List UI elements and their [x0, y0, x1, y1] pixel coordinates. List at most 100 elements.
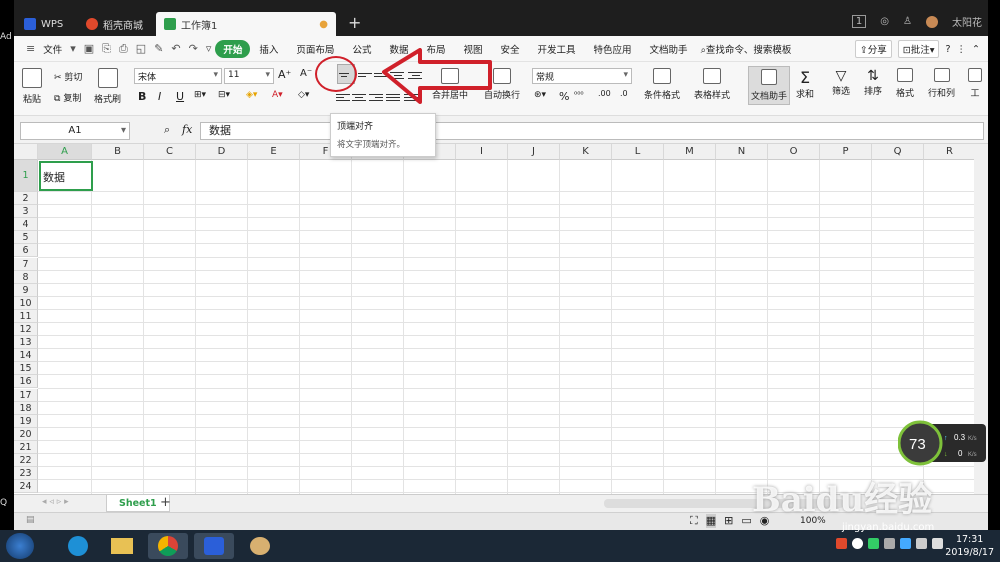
border-icon[interactable]: ⊞▾	[194, 90, 206, 100]
number-format-select[interactable]: 常规	[532, 68, 632, 84]
column-header[interactable]: C	[144, 144, 196, 160]
row-header[interactable]: 19	[14, 414, 38, 428]
taskbar-chrome-icon[interactable]	[148, 533, 188, 559]
row-header[interactable]: 16	[14, 375, 38, 389]
file-menu[interactable]: 文件	[39, 42, 66, 56]
clear-icon[interactable]: ◇▾	[298, 90, 309, 100]
row-header[interactable]: 3	[14, 205, 38, 219]
percent-button[interactable]: %	[559, 90, 569, 103]
table-style-button[interactable]: 表格样式	[694, 68, 730, 101]
more-icon[interactable]: ⋮	[957, 44, 967, 55]
font-color-icon[interactable]: A▾	[272, 90, 283, 100]
tool-icon[interactable]: ✎	[150, 42, 167, 55]
network-icon[interactable]	[916, 538, 927, 549]
new-tab-button[interactable]: +	[348, 13, 361, 32]
print-icon[interactable]: ⎙	[115, 42, 132, 56]
column-header[interactable]: M	[664, 144, 716, 160]
italic-button[interactable]: I	[158, 90, 161, 103]
tab-wps[interactable]: WPS	[16, 12, 78, 36]
export-icon[interactable]: ⎘	[98, 42, 115, 56]
currency-icon[interactable]: ⊛▾	[534, 90, 546, 100]
conditional-format-button[interactable]: 条件格式	[644, 68, 680, 101]
page-layout-icon[interactable]: ▭	[741, 514, 751, 528]
name-box[interactable]: A1	[20, 122, 130, 140]
row-header[interactable]: 14	[14, 349, 38, 363]
start-button[interactable]	[6, 533, 34, 559]
column-header[interactable]: J	[508, 144, 560, 160]
sheet-nav-icons[interactable]: ◂ ◃ ▹ ▸	[42, 497, 69, 507]
shirt-icon[interactable]: ♙	[903, 16, 912, 27]
row-header[interactable]: 22	[14, 454, 38, 468]
increase-font-icon[interactable]: A⁺	[278, 68, 291, 81]
column-header[interactable]: B	[92, 144, 144, 160]
row-header[interactable]: 6	[14, 244, 38, 258]
row-header[interactable]: 11	[14, 309, 38, 323]
avatar[interactable]	[926, 15, 938, 28]
chevron-down-icon[interactable]: ▾	[66, 42, 80, 55]
shield-icon[interactable]	[900, 538, 911, 549]
spreadsheet-grid[interactable]: ABCDEFGHIJKLMNOPQR1234567891011121314151…	[14, 144, 974, 494]
row-header[interactable]: 13	[14, 336, 38, 350]
taskbar-browser-icon[interactable]	[58, 533, 98, 559]
system-clock[interactable]: 17:31 2019/8/17	[945, 533, 994, 559]
tab-developer[interactable]: 开发工具	[529, 42, 585, 56]
taskbar-folder-icon[interactable]	[102, 533, 142, 559]
tab-features[interactable]: 特色应用	[585, 42, 641, 56]
column-header[interactable]: I	[456, 144, 508, 160]
tab-doc-helper[interactable]: 文档助手	[641, 42, 697, 56]
column-header[interactable]: N	[716, 144, 768, 160]
row-header[interactable]: 21	[14, 440, 38, 454]
row-header[interactable]: 1	[14, 160, 38, 192]
skin-icon[interactable]: ◎	[880, 16, 889, 27]
tab-security[interactable]: 安全	[492, 42, 529, 56]
column-header[interactable]: D	[196, 144, 248, 160]
help-tray-icon[interactable]	[852, 538, 863, 549]
save-icon[interactable]: ▣	[80, 42, 98, 55]
row-col-button[interactable]: 行和列	[928, 68, 955, 99]
row-header[interactable]: 23	[14, 467, 38, 481]
row-header[interactable]: 2	[14, 192, 38, 206]
row-header[interactable]: 18	[14, 401, 38, 415]
row-header[interactable]: 15	[14, 362, 38, 376]
worksheet-button[interactable]: 工	[968, 68, 982, 99]
input-method-icon[interactable]	[836, 538, 847, 549]
menu-icon[interactable]: ≡	[22, 42, 39, 55]
macro-icon[interactable]: ▤	[26, 515, 35, 525]
app-tray-icon[interactable]	[868, 538, 879, 549]
redo-icon[interactable]: ↷	[185, 42, 202, 55]
column-header[interactable]: E	[248, 144, 300, 160]
tab-workbook[interactable]: 工作簿1 ●	[156, 12, 336, 36]
normal-view-icon[interactable]: ▦	[705, 514, 717, 528]
column-header[interactable]: L	[612, 144, 664, 160]
row-header[interactable]: 5	[14, 231, 38, 245]
row-header[interactable]: 8	[14, 270, 38, 284]
format-button[interactable]: 格式	[896, 68, 914, 99]
fx-icon[interactable]: fx	[182, 123, 192, 136]
column-header[interactable]: P	[820, 144, 872, 160]
row-header[interactable]: 10	[14, 296, 38, 310]
share-button[interactable]: ⇪分享	[854, 40, 892, 58]
user-name[interactable]: 太阳花	[952, 14, 982, 29]
volume-icon[interactable]	[932, 538, 943, 549]
copy-button[interactable]: ⧉ 复制	[54, 91, 81, 104]
add-sheet-button[interactable]: +	[160, 495, 171, 510]
zoom-search-icon[interactable]: ⌕	[164, 123, 170, 137]
fill-color-icon[interactable]: ◈▾	[246, 90, 257, 100]
font-family-select[interactable]: 宋体	[134, 68, 222, 84]
comment-button[interactable]: ⊡批注▾	[897, 40, 940, 58]
help-button[interactable]: ?	[945, 44, 950, 55]
fill-style-icon[interactable]: ⊟▾	[218, 90, 230, 100]
decrease-font-icon[interactable]: A⁻	[300, 68, 312, 79]
command-search[interactable]: ⌕查找命令、搜索模板	[697, 42, 801, 56]
taskbar-wps-icon[interactable]	[194, 533, 234, 559]
row-header[interactable]: 17	[14, 388, 38, 402]
decrease-decimal-icon[interactable]: .0	[620, 89, 628, 98]
tab-page-layout[interactable]: 页面布局	[287, 42, 343, 56]
column-header[interactable]: Q	[872, 144, 924, 160]
column-header[interactable]: K	[560, 144, 612, 160]
collapse-ribbon-icon[interactable]: ⌃	[972, 44, 980, 55]
thousands-icon[interactable]: ⁰⁰⁰	[574, 90, 584, 99]
cell-a1[interactable]: 数据	[39, 161, 93, 191]
flag-icon[interactable]	[884, 538, 895, 549]
preview-icon[interactable]: ◱	[132, 42, 150, 55]
